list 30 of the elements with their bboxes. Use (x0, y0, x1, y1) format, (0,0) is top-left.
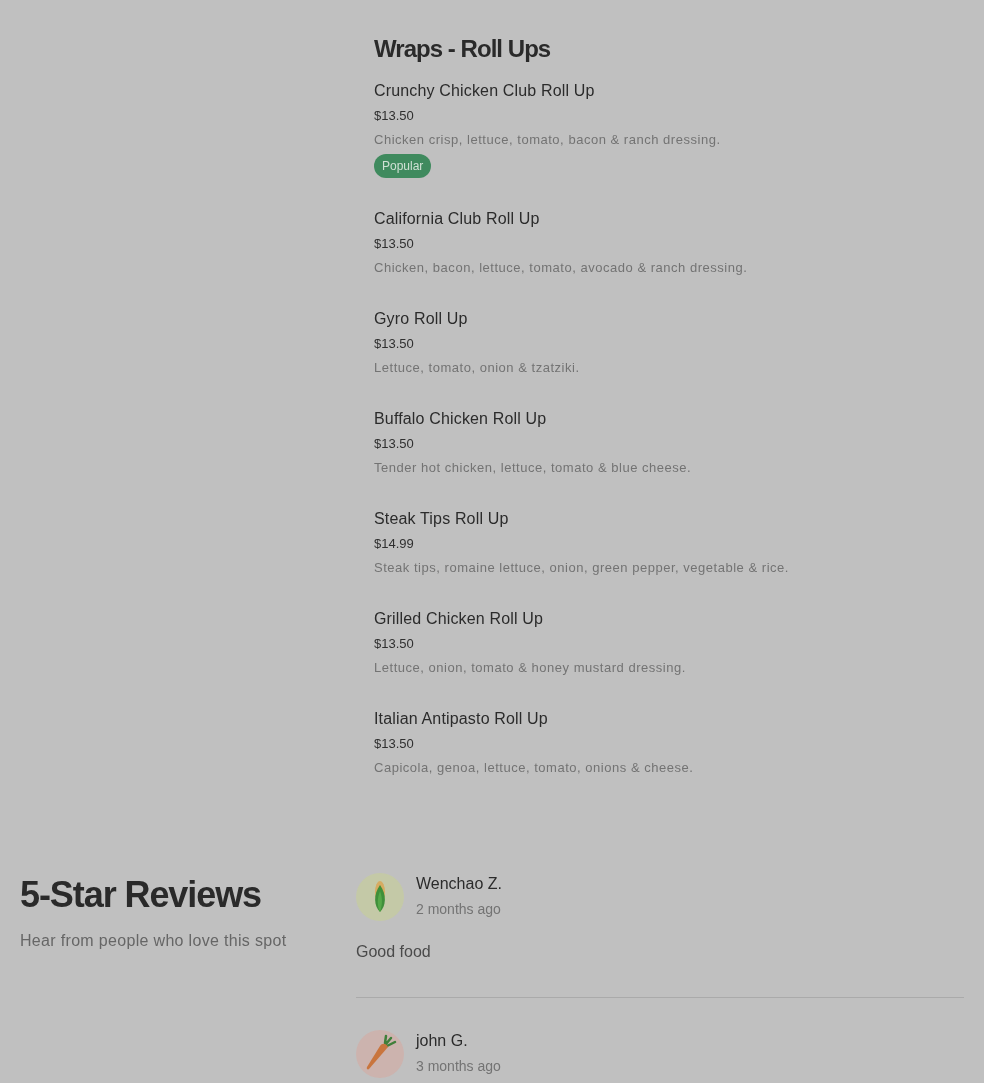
menu-item-name[interactable]: Gyro Roll Up (374, 307, 468, 331)
menu-item-description: Lettuce, onion, tomato & honey mustard dressing. (374, 659, 686, 677)
reviewer-name: Wenchao Z. (416, 874, 502, 894)
review-text: Good food (356, 942, 431, 962)
menu-item-description: Chicken crisp, lettuce, tomato, bacon & ranch dressing. (374, 131, 721, 149)
menu-item-price: $13.50 (374, 335, 414, 353)
review-date: 3 months ago (416, 1057, 501, 1076)
review-date: 2 months ago (416, 900, 501, 919)
menu-item-name[interactable]: Italian Antipasto Roll Up (374, 707, 548, 731)
menu-item-description: Chicken, bacon, lettuce, tomato, avocado & ranch dressing. (374, 259, 748, 277)
menu-item-name[interactable]: Grilled Chicken Roll Up (374, 607, 544, 631)
section-heading: Wraps - Roll Ups (374, 34, 551, 64)
menu-item-description: Lettuce, tomato, onion & tzatziki. (374, 359, 580, 377)
menu-item-price: $13.50 (374, 435, 414, 453)
menu-item-name[interactable]: Crunchy Chicken Club Roll Up (374, 79, 595, 103)
menu-item-description: Capicola, genoa, lettuce, tomato, onions & cheese. (374, 759, 694, 777)
section-heading: 5-Star Reviews (20, 873, 261, 917)
menu-item-price: $13.50 (374, 107, 414, 125)
section-subtitle: Hear from people who love this spot (20, 931, 287, 951)
menu-item-price: $13.50 (374, 235, 414, 253)
item-tag: Popular (374, 154, 432, 178)
menu-item-price: $13.50 (374, 735, 414, 753)
menu-item-description: Tender hot chicken, lettuce, tomato & blue cheese. (374, 459, 692, 477)
menu-item-name[interactable]: California Club Roll Up (374, 207, 540, 231)
menu-item-description: Steak tips, romaine lettuce, onion, green pepper, vegetable & rice. (374, 559, 789, 577)
reviewer-name: john G. (416, 1031, 468, 1051)
menu-item-name[interactable]: Buffalo Chicken Roll Up (374, 407, 547, 431)
menu-item-price: $13.50 (374, 635, 414, 653)
menu-item-name[interactable]: Steak Tips Roll Up (374, 507, 509, 531)
menu-item-price: $14.99 (374, 535, 414, 553)
